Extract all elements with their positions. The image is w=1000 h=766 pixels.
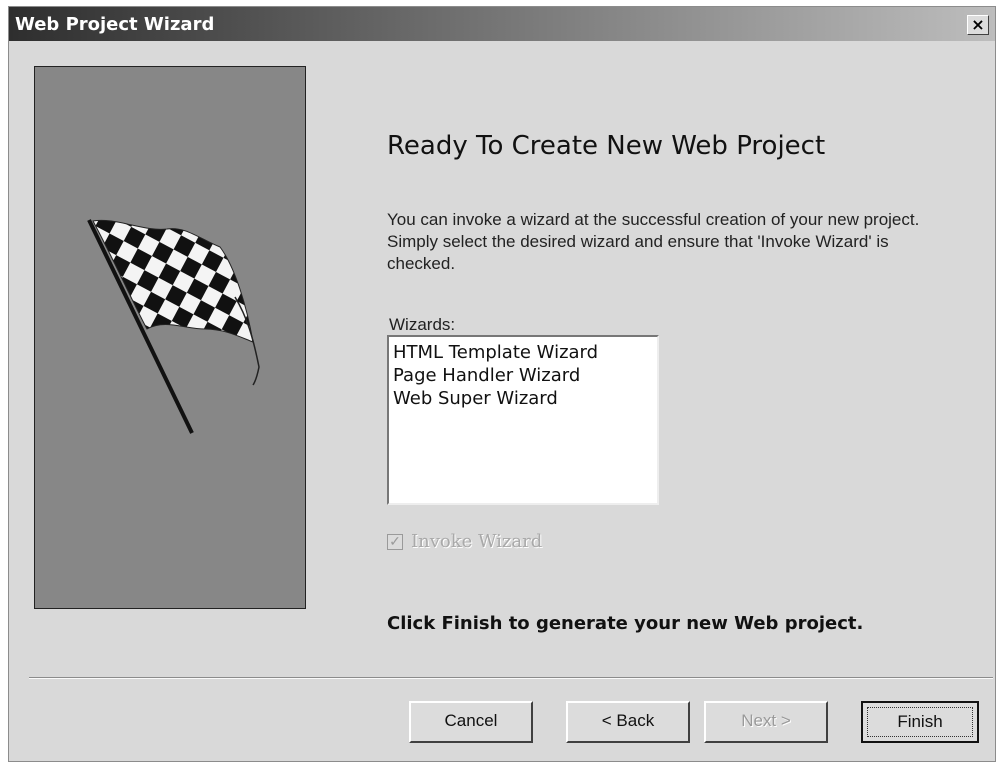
wizard-dialog: Web Project Wizard × Ready To Create New… [8,6,996,762]
finish-instruction: Click Finish to generate your new Web pr… [387,613,864,634]
invoke-wizard-checkbox[interactable]: ✓ Invoke Wizard [387,531,542,552]
finish-button[interactable]: Finish [861,701,979,743]
list-item[interactable]: Page Handler Wizard [389,364,657,387]
cancel-button[interactable]: Cancel [409,701,533,743]
wizards-label: Wizards: [389,315,456,334]
page-title: Ready To Create New Web Project [387,131,826,161]
description-text: You can invoke a wizard at the successfu… [387,210,920,273]
checkmark-icon: ✓ [389,532,401,549]
checkbox-box[interactable]: ✓ [387,532,403,550]
next-button[interactable]: Next > [704,701,828,743]
back-button[interactable]: < Back [566,701,690,743]
wizards-listbox[interactable]: HTML Template Wizard Page Handler Wizard… [387,335,659,505]
button-divider [29,677,993,679]
list-item[interactable]: Web Super Wizard [389,387,657,410]
invoke-wizard-label: Invoke Wizard [411,531,543,552]
checkered-flag-icon [87,219,260,434]
finish-button-label: Finish [867,707,973,737]
window-title: Web Project Wizard [15,14,215,35]
wizard-image-panel [34,66,306,609]
close-icon: × [971,15,985,34]
list-item[interactable]: HTML Template Wizard [389,341,657,364]
close-button[interactable]: × [967,15,989,35]
title-bar[interactable]: Web Project Wizard × [9,7,995,41]
